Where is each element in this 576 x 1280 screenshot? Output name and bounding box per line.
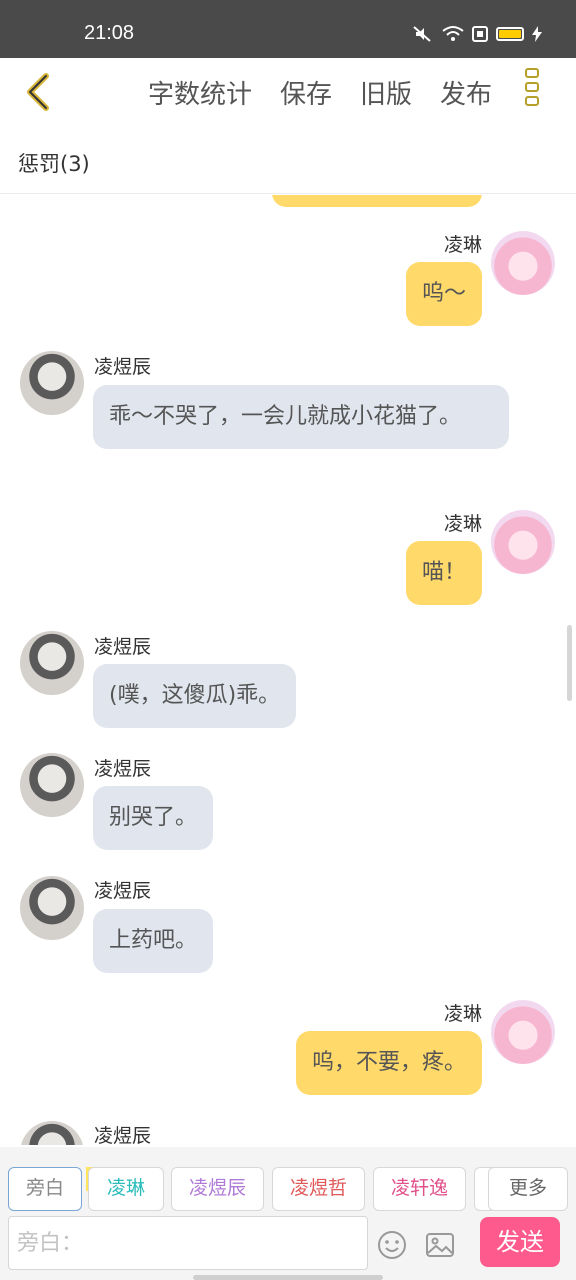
avatar-lingyuchen[interactable] xyxy=(20,1121,84,1145)
composer: 发送 xyxy=(0,1213,576,1280)
message-bubble[interactable]: (噗，这傻瓜)乖。 xyxy=(93,664,297,728)
avatar-lingyuchen[interactable] xyxy=(20,753,84,817)
sender-name: 凌煜辰 xyxy=(94,1125,152,1145)
sender-name: 凌煜辰 xyxy=(94,356,152,378)
chapter-title: 惩罚(3) xyxy=(18,152,90,176)
emoji-icon[interactable] xyxy=(376,1229,408,1261)
sender-name: 凌煜辰 xyxy=(94,758,152,780)
avatar-linglin[interactable] xyxy=(491,1000,555,1064)
character-button-linglin[interactable]: 凌琳 xyxy=(88,1167,164,1211)
sender-name: 凌煜辰 xyxy=(94,636,152,658)
message-input[interactable] xyxy=(8,1216,368,1270)
back-arrow-icon[interactable] xyxy=(18,70,62,114)
message-bubble[interactable]: 乖～不哭了，一会儿就成小花猫了。 xyxy=(93,385,509,449)
message-bubble[interactable]: 喵！ xyxy=(405,541,482,605)
avatar-lingyuchen[interactable] xyxy=(20,876,84,940)
old-version-button[interactable]: 旧版 xyxy=(360,74,412,111)
status-bar: 21:08 xyxy=(0,0,576,58)
charging-icon xyxy=(532,26,542,42)
sender-name: 凌琳 xyxy=(443,234,482,256)
character-selector: 旁白 主 凌琳 凌煜辰 凌煜哲 凌轩逸 更多 xyxy=(0,1147,576,1213)
avatar-lingyuchen[interactable] xyxy=(20,631,84,695)
sender-name: 凌琳 xyxy=(443,513,482,535)
wifi-icon xyxy=(442,26,464,41)
mute-icon xyxy=(413,26,431,42)
top-nav-bar: 字数统计 保存 旧版 发布 xyxy=(0,58,576,130)
message-bubble[interactable]: 呜～ xyxy=(405,262,482,326)
message-bubble[interactable]: 别哭了。 xyxy=(93,786,214,850)
character-button-lingyuzhe[interactable]: 凌煜哲 xyxy=(272,1167,365,1211)
character-button-lingxuanyi[interactable]: 凌轩逸 xyxy=(373,1167,466,1211)
avatar-linglin[interactable] xyxy=(491,231,555,295)
chat-scrollbar[interactable] xyxy=(567,625,572,701)
chat-area[interactable]: 凌琳 呜～ 凌煜辰 乖～不哭了，一会儿就成小花猫了。 凌琳 喵！ 凌煜辰 (噗，… xyxy=(0,195,576,1145)
image-icon[interactable] xyxy=(424,1229,456,1261)
word-count-button[interactable]: 字数统计 xyxy=(148,74,252,111)
avatar-lingyuchen[interactable] xyxy=(20,351,84,415)
sim-icon xyxy=(472,26,488,42)
status-time: 21:08 xyxy=(84,22,135,44)
narration-button[interactable]: 旁白 xyxy=(8,1167,82,1211)
home-indicator[interactable] xyxy=(193,1275,383,1280)
more-menu-icon[interactable] xyxy=(522,68,542,116)
chapter-header: 惩罚(3) xyxy=(0,130,576,194)
sender-name: 凌煜辰 xyxy=(94,880,152,902)
status-icons xyxy=(410,24,542,44)
nav-actions: 字数统计 保存 旧版 发布 xyxy=(148,74,520,111)
character-button-lingyuchen[interactable]: 凌煜辰 xyxy=(171,1167,264,1211)
save-button[interactable]: 保存 xyxy=(280,74,332,111)
more-characters-button[interactable]: 更多 xyxy=(488,1167,568,1211)
message-bubble[interactable]: 上药吧。 xyxy=(93,909,214,973)
avatar-linglin[interactable] xyxy=(491,510,555,574)
send-button[interactable]: 发送 xyxy=(480,1217,560,1267)
battery-icon xyxy=(496,27,524,41)
sender-name: 凌琳 xyxy=(443,1003,482,1025)
message-bubble-partial[interactable] xyxy=(272,195,482,207)
message-bubble[interactable]: 呜，不要，疼。 xyxy=(295,1031,482,1095)
publish-button[interactable]: 发布 xyxy=(440,74,492,111)
